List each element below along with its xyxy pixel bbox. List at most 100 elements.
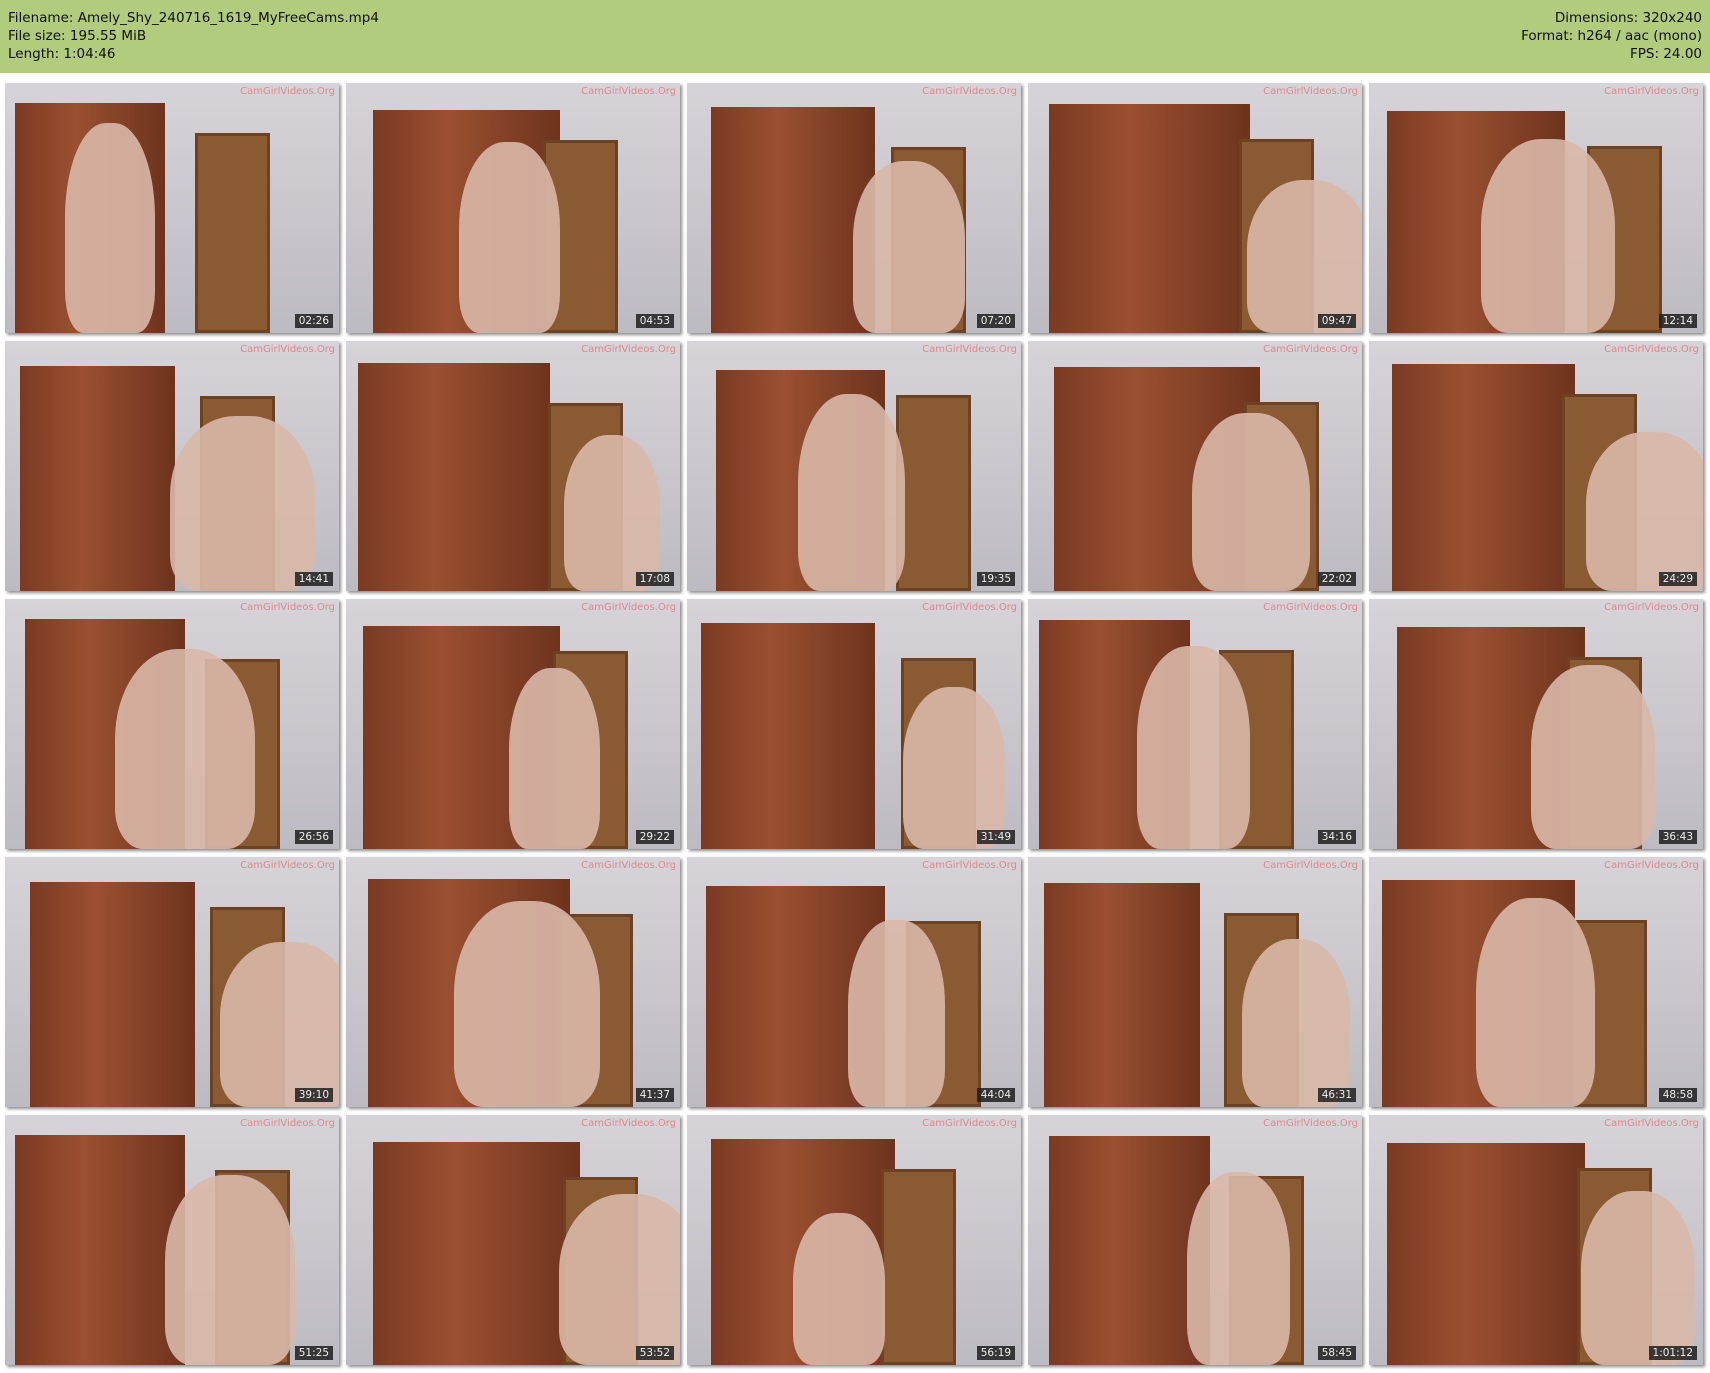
watermark: CamGirlVideos.Org [240, 1118, 335, 1129]
thumbnail[interactable]: CamGirlVideos.Org 56:19 [687, 1115, 1021, 1365]
file-size: File size: 195.55 MiB [8, 28, 147, 44]
filename: Filename: Amely_Shy_240716_1619_MyFreeCa… [8, 10, 379, 26]
thumbnail[interactable]: CamGirlVideos.Org 02:26 [5, 83, 339, 333]
thumbnail[interactable]: CamGirlVideos.Org 34:16 [1028, 599, 1362, 849]
file-info-right: Dimensions: 320x240 Format: h264 / aac (… [1521, 9, 1702, 63]
watermark: CamGirlVideos.Org [1604, 344, 1699, 355]
watermark: CamGirlVideos.Org [581, 602, 676, 613]
thumbnail[interactable]: CamGirlVideos.Org 58:45 [1028, 1115, 1362, 1365]
figure [1187, 1172, 1290, 1365]
wardrobe [701, 623, 875, 849]
watermark: CamGirlVideos.Org [922, 86, 1017, 97]
watermark: CamGirlVideos.Org [240, 344, 335, 355]
wardrobe [30, 882, 195, 1107]
wardrobe [711, 107, 875, 333]
thumbnail[interactable]: CamGirlVideos.Org 36:43 [1369, 599, 1703, 849]
watermark: CamGirlVideos.Org [240, 860, 335, 871]
fps: FPS: 24.00 [1630, 46, 1702, 62]
timestamp: 02:26 [294, 314, 333, 328]
watermark: CamGirlVideos.Org [240, 602, 335, 613]
thumbnail[interactable]: CamGirlVideos.Org 09:47 [1028, 83, 1362, 333]
thumbnail[interactable]: CamGirlVideos.Org 26:56 [5, 599, 339, 849]
thumbnail[interactable]: CamGirlVideos.Org 17:08 [346, 341, 680, 591]
thumbnail[interactable]: CamGirlVideos.Org 07:20 [687, 83, 1021, 333]
thumbnail[interactable]: CamGirlVideos.Org 24:29 [1369, 341, 1703, 591]
info-header: Filename: Amely_Shy_240716_1619_MyFreeCa… [0, 0, 1710, 73]
timestamp: 44:04 [976, 1088, 1015, 1102]
watermark: CamGirlVideos.Org [1263, 860, 1358, 871]
timestamp: 12:14 [1658, 314, 1697, 328]
watermark: CamGirlVideos.Org [1604, 1118, 1699, 1129]
timestamp: 51:25 [294, 1346, 333, 1360]
thumbnail[interactable]: CamGirlVideos.Org 46:31 [1028, 857, 1362, 1107]
figure [1247, 180, 1362, 333]
figure [1137, 646, 1250, 849]
figure [903, 687, 1005, 849]
watermark: CamGirlVideos.Org [581, 1118, 676, 1129]
watermark: CamGirlVideos.Org [240, 86, 335, 97]
figure [115, 649, 255, 849]
thumbnail[interactable]: CamGirlVideos.Org 39:10 [5, 857, 339, 1107]
timestamp: 39:10 [294, 1088, 333, 1102]
thumbnail[interactable]: CamGirlVideos.Org 22:02 [1028, 341, 1362, 591]
thumbnail[interactable]: CamGirlVideos.Org 12:14 [1369, 83, 1703, 333]
wardrobe [373, 1142, 580, 1365]
wardrobe [358, 363, 550, 591]
figure [1476, 898, 1595, 1107]
wardrobe [1387, 1143, 1585, 1365]
figure [65, 123, 155, 333]
figure [509, 668, 600, 849]
figure [559, 1194, 680, 1365]
timestamp: 14:41 [294, 572, 333, 586]
watermark: CamGirlVideos.Org [581, 860, 676, 871]
watermark: CamGirlVideos.Org [581, 86, 676, 97]
thumbnail[interactable]: CamGirlVideos.Org 48:58 [1369, 857, 1703, 1107]
figure [459, 142, 560, 333]
figure [564, 435, 660, 591]
figure [1242, 939, 1350, 1107]
figure [1531, 665, 1655, 849]
watermark: CamGirlVideos.Org [922, 602, 1017, 613]
thumbnail-grid: CamGirlVideos.Org 02:26 CamGirlVideos.Org 0… [5, 83, 1705, 1365]
thumbnail[interactable]: CamGirlVideos.Org 29:22 [346, 599, 680, 849]
timestamp: 09:47 [1317, 314, 1356, 328]
watermark: CamGirlVideos.Org [922, 344, 1017, 355]
door [896, 395, 971, 591]
timestamp: 19:35 [976, 572, 1015, 586]
watermark: CamGirlVideos.Org [1604, 602, 1699, 613]
thumbnail[interactable]: CamGirlVideos.Org 41:37 [346, 857, 680, 1107]
timestamp: 17:08 [635, 572, 674, 586]
figure [170, 416, 315, 591]
watermark: CamGirlVideos.Org [1604, 86, 1699, 97]
timestamp: 34:16 [1317, 830, 1356, 844]
figure [220, 942, 339, 1107]
length: Length: 1:04:46 [8, 46, 116, 62]
thumbnail[interactable]: CamGirlVideos.Org 14:41 [5, 341, 339, 591]
timestamp: 48:58 [1658, 1088, 1697, 1102]
watermark: CamGirlVideos.Org [1263, 1118, 1358, 1129]
thumbnail[interactable]: CamGirlVideos.Org 44:04 [687, 857, 1021, 1107]
thumbnail[interactable]: CamGirlVideos.Org 04:53 [346, 83, 680, 333]
watermark: CamGirlVideos.Org [581, 344, 676, 355]
timestamp: 24:29 [1658, 572, 1697, 586]
timestamp: 31:49 [976, 830, 1015, 844]
timestamp: 58:45 [1317, 1346, 1356, 1360]
watermark: CamGirlVideos.Org [922, 1118, 1017, 1129]
timestamp: 07:20 [976, 314, 1015, 328]
watermark: CamGirlVideos.Org [1263, 86, 1358, 97]
thumbnail[interactable]: CamGirlVideos.Org 19:35 [687, 341, 1021, 591]
file-info-left: Filename: Amely_Shy_240716_1619_MyFreeCa… [8, 9, 379, 63]
timestamp: 1:01:12 [1648, 1346, 1697, 1360]
thumbnail[interactable]: CamGirlVideos.Org 31:49 [687, 599, 1021, 849]
figure [165, 1175, 295, 1365]
timestamp: 53:52 [635, 1346, 674, 1360]
figure [1192, 413, 1310, 591]
thumbnail[interactable]: CamGirlVideos.Org 53:52 [346, 1115, 680, 1365]
timestamp: 46:31 [1317, 1088, 1356, 1102]
figure [1481, 139, 1615, 333]
thumbnail[interactable]: CamGirlVideos.Org 1:01:12 [1369, 1115, 1703, 1365]
door [195, 133, 270, 333]
thumbnail[interactable]: CamGirlVideos.Org 51:25 [5, 1115, 339, 1365]
wardrobe [20, 366, 175, 591]
timestamp: 26:56 [294, 830, 333, 844]
